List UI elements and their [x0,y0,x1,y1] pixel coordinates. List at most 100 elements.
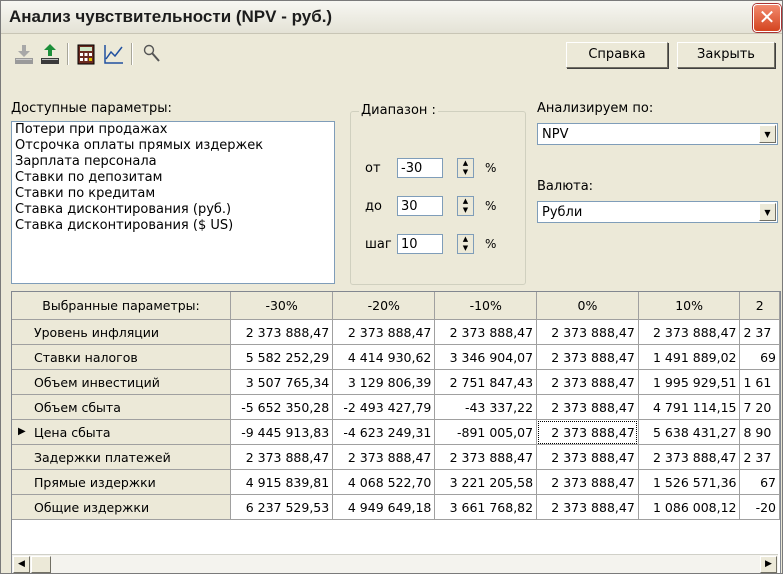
table-cell[interactable]: 2 373 888,47 [536,494,639,520]
table-row[interactable]: Общие издержки 6 237 529,53 4 949 649,18… [12,494,780,520]
table-cell[interactable]: 2 373 888,47 [332,319,436,345]
list-item[interactable]: Ставки по депозитам [12,170,334,186]
table-cell[interactable]: -891 005,07 [434,419,538,445]
table-row[interactable]: Прямые издержки 4 915 839,81 4 068 522,7… [12,469,780,495]
scroll-thumb[interactable] [31,556,51,573]
table-cell[interactable]: 1 526 571,36 [638,469,741,495]
chart-icon[interactable] [101,41,127,67]
table-cell[interactable]: 2 373 888,47 [230,319,334,345]
step-input[interactable]: 10 [397,234,443,254]
table-cell[interactable]: 4 915 839,81 [230,469,334,495]
scroll-right-icon[interactable]: ▶ [760,556,777,573]
table-cell[interactable]: -5 652 350,28 [230,394,334,420]
list-item[interactable]: Зарплата персонала [12,154,334,170]
to-input[interactable]: 30 [397,196,443,216]
table-cell[interactable]: 2 373 888,47 [536,469,639,495]
table-cell[interactable]: 69 [739,344,780,370]
table-cell[interactable]: 4 414 930,62 [332,344,436,370]
step-spinner[interactable]: ▲ ▼ [457,234,474,254]
column-header[interactable]: -20% [332,292,436,320]
row-header[interactable]: Ставки налогов [12,344,232,370]
spin-up-icon[interactable]: ▲ [458,197,473,206]
close-button[interactable]: Закрыть [677,42,775,68]
table-cell[interactable]: 2 373 888,47 [536,444,639,470]
table-row[interactable]: Ставки налогов 5 582 252,29 4 414 930,62… [12,344,780,370]
chevron-down-icon[interactable]: ▼ [759,125,776,143]
calculator-icon[interactable] [73,41,99,67]
column-header[interactable]: -10% [434,292,538,320]
table-cell[interactable]: 2 373 888,47 [332,444,436,470]
export-down-icon[interactable] [11,41,37,67]
table-cell[interactable]: 6 237 529,53 [230,494,334,520]
column-header[interactable]: 0% [536,292,639,320]
table-row[interactable]: Уровень инфляции 2 373 888,47 2 373 888,… [12,319,780,345]
search-icon[interactable] [139,41,165,67]
list-item[interactable]: Отсрочка оплаты прямых издержек [12,138,334,154]
sensitivity-table[interactable]: Выбранные параметры: -30% -20% -10% 0% 1… [11,291,781,573]
table-cell[interactable]: 2 373 888,47 [638,319,741,345]
table-cell[interactable]: 2 373 888,47 [536,369,639,395]
list-item[interactable]: Ставка дисконтирования (руб.) [12,202,334,218]
table-cell[interactable]: 2 373 888,47 [434,319,538,345]
list-item[interactable]: Потери при продажах [12,122,334,138]
table-cell[interactable]: -20 [739,494,780,520]
table-cell[interactable]: 4 949 649,18 [332,494,436,520]
row-header[interactable]: Уровень инфляции [12,319,232,345]
table-row[interactable]: Объем сбыта -5 652 350,28 -2 493 427,79 … [12,394,780,420]
table-cell[interactable]: 1 491 889,02 [638,344,741,370]
table-cell[interactable]: 2 751 847,43 [434,369,538,395]
table-cell[interactable]: 3 507 765,34 [230,369,334,395]
table-cell[interactable]: 3 661 768,82 [434,494,538,520]
spin-up-icon[interactable]: ▲ [458,159,473,168]
table-cell[interactable]: -4 623 249,31 [332,419,436,445]
column-header[interactable]: 2 [739,292,780,320]
row-header[interactable]: Общие издержки [12,494,232,520]
table-cell[interactable]: 7 20 [739,394,780,420]
table-cell[interactable]: 1 995 929,51 [638,369,741,395]
table-row-current[interactable]: ▶ Цена сбыта -9 445 913,83 -4 623 249,31 … [12,419,780,445]
table-cell[interactable]: 4 068 522,70 [332,469,436,495]
from-input[interactable]: -30 [397,158,443,178]
to-spinner[interactable]: ▲ ▼ [457,196,474,216]
table-cell-focused[interactable]: 2 373 888,47 [536,419,639,445]
table-cell[interactable]: 2 373 888,47 [536,344,639,370]
scroll-left-icon[interactable]: ◀ [13,556,30,573]
chevron-down-icon[interactable]: ▼ [759,203,776,221]
table-cell[interactable]: 2 373 888,47 [230,444,334,470]
spin-down-icon[interactable]: ▼ [458,206,473,215]
spin-down-icon[interactable]: ▼ [458,168,473,177]
table-cell[interactable]: -9 445 913,83 [230,419,334,445]
table-row[interactable]: Объем инвестиций 3 507 765,34 3 129 806,… [12,369,780,395]
table-cell[interactable]: 5 582 252,29 [230,344,334,370]
spin-up-icon[interactable]: ▲ [458,235,473,244]
table-cell[interactable]: 3 346 904,07 [434,344,538,370]
table-cell[interactable]: 1 086 008,12 [638,494,741,520]
table-cell[interactable]: 2 373 888,47 [638,444,741,470]
list-item[interactable]: Ставка дисконтирования ($ US) [12,218,334,234]
row-header[interactable]: Задержки платежей [12,444,232,470]
table-cell[interactable]: 4 791 114,15 [638,394,741,420]
table-cell[interactable]: -43 337,22 [434,394,538,420]
table-row[interactable]: Задержки платежей 2 373 888,47 2 373 888… [12,444,780,470]
row-header[interactable]: Объем сбыта [12,394,232,420]
table-cell[interactable]: 2 37 [739,444,780,470]
export-up-icon[interactable] [37,41,63,67]
row-header[interactable]: Прямые издержки [12,469,232,495]
horizontal-scrollbar[interactable]: ◀ ▶ [12,554,778,573]
table-cell[interactable]: 1 61 [739,369,780,395]
spin-down-icon[interactable]: ▼ [458,244,473,253]
table-cell[interactable]: 2 373 888,47 [536,394,639,420]
list-item[interactable]: Ставки по кредитам [12,186,334,202]
analyze-by-select[interactable]: NPV ▼ [537,123,778,145]
row-header[interactable]: ▶ Цена сбыта [12,419,232,445]
table-cell[interactable]: 5 638 431,27 [638,419,741,445]
row-header[interactable]: Объем инвестиций [12,369,232,395]
from-spinner[interactable]: ▲ ▼ [457,158,474,178]
column-header[interactable]: -30% [230,292,334,320]
close-window-button[interactable]: ✕ [753,4,781,32]
currency-select[interactable]: Рубли ▼ [537,201,778,223]
table-cell[interactable]: 67 [739,469,780,495]
available-params-list[interactable]: Потери при продажах Отсрочка оплаты прям… [11,121,335,284]
table-cell[interactable]: 8 90 [739,419,780,445]
table-cell[interactable]: 3 129 806,39 [332,369,436,395]
